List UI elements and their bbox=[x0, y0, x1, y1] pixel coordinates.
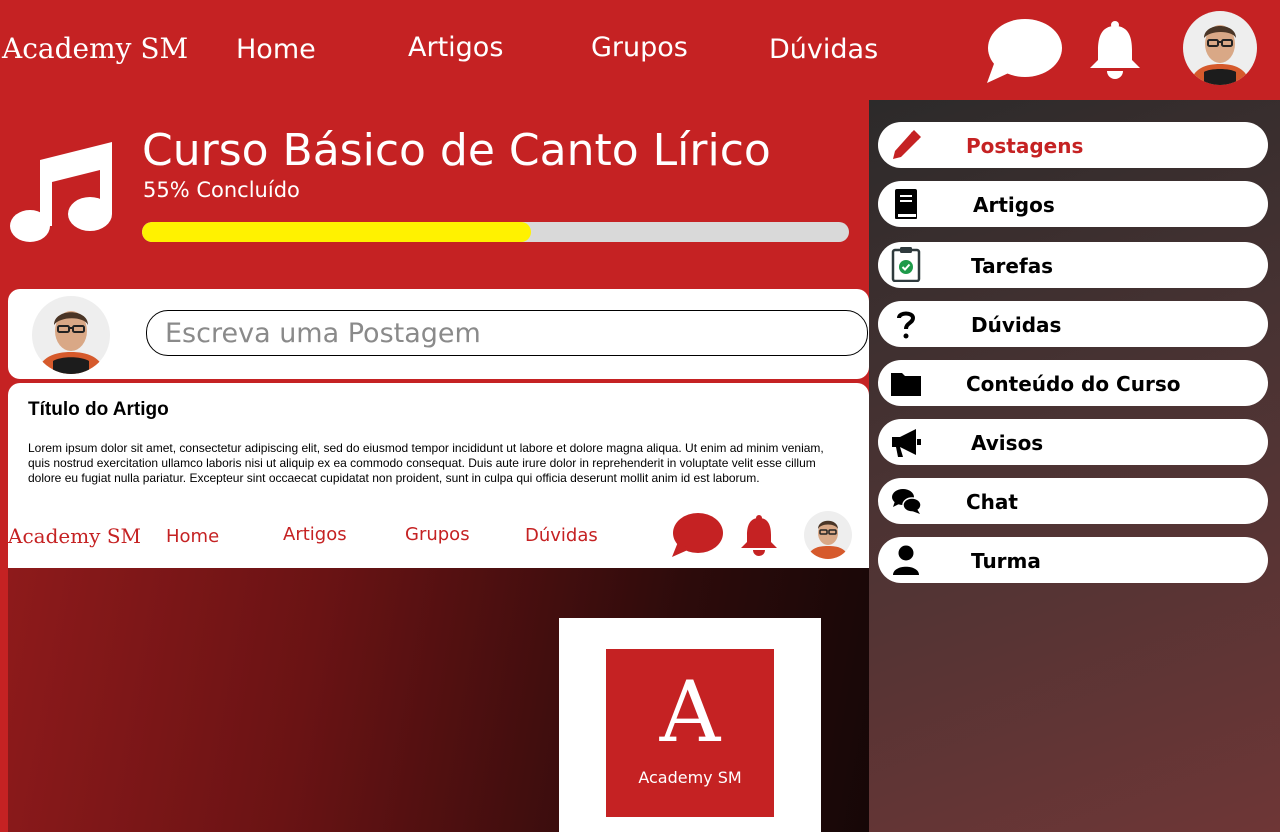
sidebar-item-postagens[interactable]: Postagens bbox=[878, 122, 1268, 168]
sidebar-item-label: Chat bbox=[966, 490, 1018, 514]
chat-icon bbox=[890, 485, 922, 517]
sidebar-item-label: Postagens bbox=[966, 134, 1084, 158]
nav-link-home[interactable]: Home bbox=[236, 34, 316, 65]
course-progress-bar bbox=[142, 222, 849, 242]
preview-bell-icon bbox=[740, 514, 778, 556]
folder-icon bbox=[890, 367, 922, 399]
course-progress-label: 55% Concluído bbox=[143, 178, 300, 202]
sidebar-item-chat[interactable]: Chat bbox=[878, 478, 1268, 524]
article-preview-hero: A Academy SM bbox=[8, 568, 869, 832]
article-title[interactable]: Título do Artigo bbox=[28, 399, 169, 421]
academy-logo: A Academy SM bbox=[606, 649, 774, 817]
user-avatar[interactable] bbox=[1182, 10, 1258, 86]
nav-link-duvidas[interactable]: Dúvidas bbox=[769, 34, 878, 65]
course-header: Curso Básico de Canto Lírico 55% Concluí… bbox=[0, 100, 869, 285]
preview-avatar bbox=[803, 510, 853, 560]
book-icon bbox=[890, 188, 922, 220]
user-icon bbox=[890, 544, 922, 576]
sidebar-item-label: Tarefas bbox=[971, 254, 1054, 278]
sidebar-item-conteudo-do-curso[interactable]: Conteúdo do Curso bbox=[878, 360, 1268, 406]
pencil-icon bbox=[890, 129, 922, 161]
preview-link-artigos: Artigos bbox=[283, 524, 347, 545]
sidebar-item-tarefas[interactable]: Tarefas bbox=[878, 242, 1268, 288]
sidebar-item-label: Turma bbox=[971, 549, 1041, 573]
nav-link-grupos[interactable]: Grupos bbox=[591, 32, 688, 63]
megaphone-icon bbox=[890, 426, 922, 458]
chat-bubble-icon[interactable] bbox=[985, 17, 1063, 85]
academy-logo-letter: A bbox=[659, 663, 721, 761]
sidebar-item-label: Avisos bbox=[971, 431, 1044, 455]
composer-avatar bbox=[31, 295, 111, 375]
post-composer bbox=[8, 289, 869, 379]
academy-logo-caption: Academy SM bbox=[638, 768, 742, 787]
preview-link-grupos: Grupos bbox=[405, 524, 470, 545]
course-title: Curso Básico de Canto Lírico bbox=[142, 125, 771, 176]
preview-link-duvidas: Dúvidas bbox=[525, 525, 598, 546]
sidebar-item-label: Artigos bbox=[973, 193, 1055, 217]
sidebar-item-label: Conteúdo do Curso bbox=[966, 372, 1181, 396]
course-sidebar: Postagens Artigos Tarefas Dúvidas Conteú… bbox=[869, 100, 1280, 832]
preview-brand: Academy SM bbox=[8, 524, 142, 548]
preview-link-home: Home bbox=[166, 526, 220, 547]
sidebar-item-label: Dúvidas bbox=[971, 313, 1062, 337]
preview-chat-icon bbox=[670, 512, 724, 558]
sidebar-item-duvidas[interactable]: Dúvidas bbox=[878, 301, 1268, 347]
brand-logo[interactable]: Academy SM bbox=[2, 32, 188, 65]
music-note-icon bbox=[10, 140, 114, 244]
academy-logo-frame: A Academy SM bbox=[559, 618, 821, 832]
nav-link-artigos[interactable]: Artigos bbox=[408, 32, 503, 63]
post-input[interactable] bbox=[146, 310, 868, 356]
article-preview-navbar: Academy SM Home Artigos Grupos Dúvidas bbox=[8, 508, 869, 568]
article-card: Título do Artigo Lorem ipsum dolor sit a… bbox=[8, 383, 869, 832]
sidebar-item-avisos[interactable]: Avisos bbox=[878, 419, 1268, 465]
bell-icon[interactable] bbox=[1088, 20, 1142, 80]
clipboard-check-icon bbox=[890, 247, 922, 283]
sidebar-item-turma[interactable]: Turma bbox=[878, 537, 1268, 583]
course-progress-fill bbox=[142, 222, 531, 242]
top-navbar: Academy SM Home Artigos Grupos Dúvidas bbox=[0, 0, 1280, 100]
sidebar-item-artigos[interactable]: Artigos bbox=[878, 181, 1268, 227]
article-body: Lorem ipsum dolor sit amet, consectetur … bbox=[28, 441, 824, 485]
question-icon bbox=[890, 308, 922, 340]
